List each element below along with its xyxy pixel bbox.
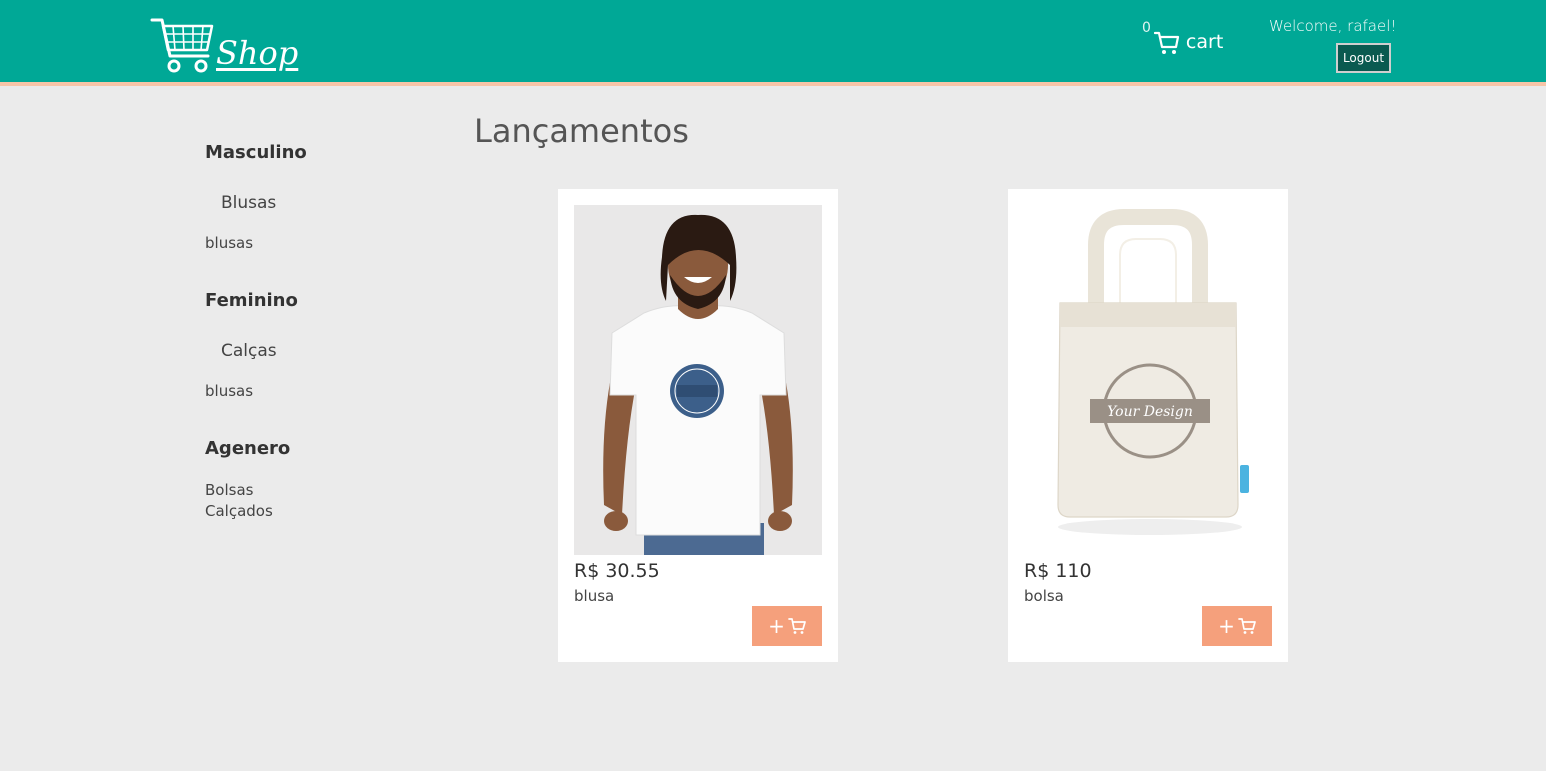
category-agenero[interactable]: Agenero bbox=[205, 438, 290, 459]
logout-button[interactable]: Logout bbox=[1336, 43, 1391, 73]
category-feminino[interactable]: Feminino bbox=[205, 290, 298, 311]
product-card: Your Design R$ 110 bolsa + bbox=[1008, 189, 1288, 662]
product-image-blusa[interactable] bbox=[574, 205, 822, 555]
product-price: R$ 110 bbox=[1024, 560, 1092, 582]
cart-link[interactable]: 0 cart bbox=[1142, 20, 1223, 56]
shopping-cart-logo-icon bbox=[150, 18, 214, 73]
plus-icon: + bbox=[768, 614, 785, 638]
plus-icon: + bbox=[1218, 614, 1235, 638]
category-masculino[interactable]: Masculino bbox=[205, 142, 307, 163]
svg-text:Your Design: Your Design bbox=[1107, 404, 1193, 420]
product-price: R$ 30.55 bbox=[574, 560, 660, 582]
tote-bag-photo: Your Design bbox=[1024, 205, 1272, 555]
page-title: Lançamentos bbox=[474, 112, 689, 150]
subcategory-blusas-masculino[interactable]: Blusas bbox=[221, 193, 276, 213]
cart-icon bbox=[1238, 618, 1256, 634]
item-bolsas[interactable]: Bolsas bbox=[205, 481, 253, 499]
shop-logo[interactable]: Shop bbox=[150, 16, 298, 74]
add-to-cart-button[interactable]: + bbox=[752, 606, 822, 646]
cart-count-badge: 0 bbox=[1142, 20, 1151, 36]
subcategory-calcas-feminino[interactable]: Calças bbox=[221, 341, 277, 361]
top-navbar: Shop 0 cart Welcome, rafael! Logout bbox=[0, 0, 1546, 86]
item-calcados[interactable]: Calçados bbox=[205, 502, 273, 520]
item-blusas-feminino[interactable]: blusas bbox=[205, 382, 253, 400]
cart-icon bbox=[1153, 31, 1180, 54]
welcome-message: Welcome, rafael! bbox=[1269, 17, 1397, 35]
product-image-bolsa[interactable]: Your Design bbox=[1024, 205, 1272, 555]
add-to-cart-button[interactable]: + bbox=[1202, 606, 1272, 646]
product-name: blusa bbox=[574, 587, 615, 605]
cart-label: cart bbox=[1185, 31, 1224, 53]
product-card: R$ 30.55 blusa + bbox=[558, 189, 838, 662]
tshirt-model-photo bbox=[574, 205, 822, 555]
logo-text: Shop bbox=[216, 34, 299, 72]
product-name: bolsa bbox=[1024, 587, 1064, 605]
cart-icon bbox=[788, 618, 806, 634]
item-blusas-masculino[interactable]: blusas bbox=[205, 234, 253, 252]
